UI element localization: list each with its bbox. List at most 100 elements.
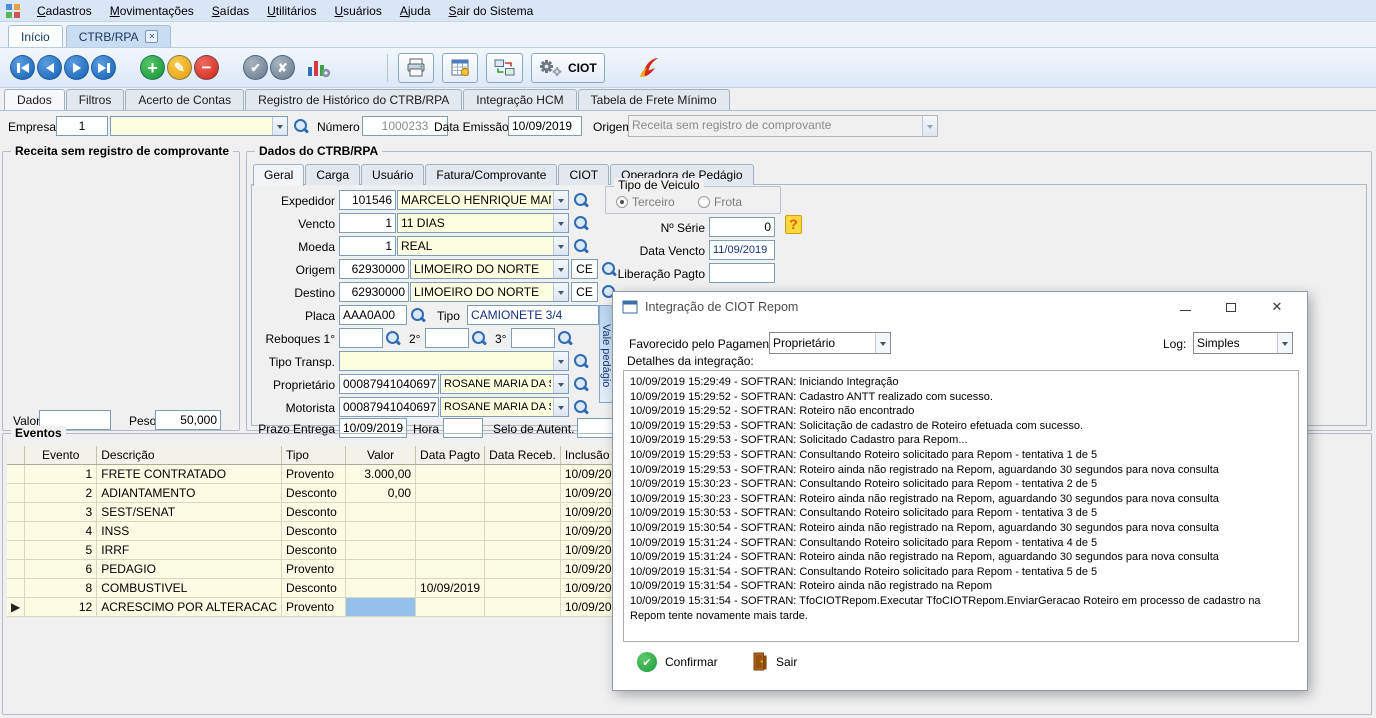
dialog-log[interactable]: 10/09/2019 15:29:49 - SOFTRAN: Iniciando… xyxy=(623,370,1299,642)
cell-tipo[interactable]: Provento xyxy=(282,464,346,483)
edit-button[interactable] xyxy=(167,55,192,80)
radio-frota[interactable] xyxy=(698,196,710,208)
menu-item-usuarios[interactable]: Usuários xyxy=(325,2,390,20)
print-button[interactable] xyxy=(398,53,434,83)
data-emissao-input[interactable]: 10/09/2019 xyxy=(508,116,582,136)
cell-tipo[interactable]: Desconto xyxy=(282,502,346,521)
eventos-row[interactable]: 5IRRFDesconto10/09/2019 xyxy=(7,540,630,559)
dialog-title-bar[interactable]: Integração de CIOT Repom xyxy=(613,292,1307,322)
destino-select[interactable]: LIMOEIRO DO NORTE xyxy=(410,282,569,302)
eventos-row[interactable]: 1FRETE CONTRATADOProvento3.000,0010/09/2… xyxy=(7,464,630,483)
cell-descricao[interactable]: COMBUSTIVEL xyxy=(97,578,282,597)
chevron-down-icon[interactable] xyxy=(553,237,568,255)
cell-data-pagto[interactable]: 10/09/2019 xyxy=(416,578,485,597)
chevron-down-icon[interactable] xyxy=(272,117,287,135)
cell-data-receb[interactable] xyxy=(485,559,561,578)
cell-data-receb[interactable] xyxy=(485,464,561,483)
cell-data-pagto[interactable] xyxy=(416,521,485,540)
ctrb-tab-carga[interactable]: Carga xyxy=(305,164,360,185)
reboque3-input[interactable] xyxy=(511,328,555,348)
vencto-code-input[interactable]: 1 xyxy=(339,213,396,233)
chevron-down-icon[interactable] xyxy=(553,283,568,301)
eventos-row[interactable]: 3SEST/SENATDesconto10/09/2019 xyxy=(7,502,630,521)
sair-button[interactable]: Sair xyxy=(753,652,797,671)
cancel-record-button[interactable] xyxy=(270,55,295,80)
origem-select[interactable]: LIMOEIRO DO NORTE xyxy=(410,259,569,279)
cell-data-receb[interactable] xyxy=(485,502,561,521)
eventos-row[interactable]: 6PEDAGIOProvento10/09/2019 xyxy=(7,559,630,578)
tab-ctrb-rpa[interactable]: CTRB/RPA✕ xyxy=(66,25,172,47)
cell-data-receb[interactable] xyxy=(485,483,561,502)
origem-code-input[interactable]: 62930000 xyxy=(339,259,409,279)
menu-item-saidas[interactable]: Saídas xyxy=(203,2,258,20)
moeda-select[interactable]: REAL xyxy=(397,236,569,256)
confirm-record-button[interactable] xyxy=(243,55,268,80)
grid-col-data-receb[interactable]: Data Receb. xyxy=(485,446,561,464)
cell-tipo[interactable]: Desconto xyxy=(282,578,346,597)
proprietario-select[interactable]: ROSANE MARIA DA SILVA S xyxy=(440,374,569,394)
cell-data-pagto[interactable] xyxy=(416,464,485,483)
chevron-down-icon[interactable] xyxy=(553,375,568,393)
close-button[interactable] xyxy=(1261,295,1293,319)
vale-pedagio-tab[interactable]: Vale pedágio xyxy=(599,305,613,403)
tipo-veic-input[interactable]: CAMIONETE 3/4 xyxy=(467,305,599,325)
chevron-down-icon[interactable] xyxy=(553,352,568,370)
menu-item-ajuda[interactable]: Ajuda xyxy=(391,2,440,20)
radio-terceiro[interactable] xyxy=(616,196,628,208)
cell-evento[interactable]: 3 xyxy=(25,502,97,521)
transfer-button[interactable] xyxy=(486,53,523,83)
cell-descricao[interactable]: ADIANTAMENTO xyxy=(97,483,282,502)
eventos-row[interactable]: ▶12ACRESCIMO POR ALTERACACProvento10/09/… xyxy=(7,597,630,616)
favorecido-select[interactable]: Proprietário xyxy=(769,332,891,354)
cell-data-pagto[interactable] xyxy=(416,597,485,616)
confirmar-button[interactable]: Confirmar xyxy=(637,652,718,672)
chart-button[interactable] xyxy=(303,53,335,83)
cell-evento[interactable]: 12 xyxy=(25,597,97,616)
expedidor-select[interactable]: MARCELO HENRIQUE MANDELLI xyxy=(397,190,569,210)
empresa-code-input[interactable]: 1 xyxy=(56,116,108,136)
add-button[interactable] xyxy=(140,55,165,80)
empresa-search-icon[interactable] xyxy=(293,118,309,135)
moeda-code-input[interactable]: 1 xyxy=(339,236,396,256)
cell-tipo[interactable]: Provento xyxy=(282,597,346,616)
page-tab-tabela-de-frete-minimo[interactable]: Tabela de Frete Mínimo xyxy=(578,89,730,110)
ctrb-tab-ciot[interactable]: CIOT xyxy=(558,164,609,185)
reboque1-search-icon[interactable] xyxy=(385,330,401,347)
eventos-row[interactable]: 4INSSDesconto10/09/2019 xyxy=(7,521,630,540)
placa-input[interactable]: AAA0A00 xyxy=(339,305,407,325)
proprietario-search-icon[interactable] xyxy=(573,376,589,393)
vencto-search-icon[interactable] xyxy=(573,215,589,232)
motorista-select[interactable]: ROSANE MARIA DA SILVA S xyxy=(440,397,569,417)
chevron-down-icon[interactable] xyxy=(1277,333,1292,353)
cell-valor[interactable] xyxy=(346,502,416,521)
maximize-button[interactable] xyxy=(1215,295,1247,319)
reboque1-input[interactable] xyxy=(339,328,383,348)
delete-button[interactable] xyxy=(194,55,219,80)
nav-next-button[interactable] xyxy=(64,55,89,80)
cell-data-pagto[interactable] xyxy=(416,502,485,521)
page-tab-dados[interactable]: Dados xyxy=(4,89,65,111)
placa-search-icon[interactable] xyxy=(410,307,426,324)
cell-descricao[interactable]: INSS xyxy=(97,521,282,540)
proprietario-code-input[interactable]: 00087941040697 xyxy=(339,374,439,394)
grid-col-evento[interactable]: Evento xyxy=(25,446,97,464)
tab-close-icon[interactable]: ✕ xyxy=(145,30,158,43)
cell-tipo[interactable]: Desconto xyxy=(282,540,346,559)
moeda-search-icon[interactable] xyxy=(573,238,589,255)
chevron-down-icon[interactable] xyxy=(553,260,568,278)
destino-uf-input[interactable]: CE xyxy=(571,282,598,302)
cell-data-pagto[interactable] xyxy=(416,483,485,502)
page-tab-acerto-de-contas[interactable]: Acerto de Contas xyxy=(125,89,244,110)
eventos-row[interactable]: 8COMBUSTIVELDesconto10/09/201910/09/2019 xyxy=(7,578,630,597)
ctrb-tab-fatura-comprovante[interactable]: Fatura/Comprovante xyxy=(425,164,557,185)
cell-valor[interactable]: 3.000,00 xyxy=(346,464,416,483)
tipo-transp-search-icon[interactable] xyxy=(573,353,589,370)
eventos-row[interactable]: 2ADIANTAMENTODesconto0,0010/09/2019 xyxy=(7,483,630,502)
reboque2-input[interactable] xyxy=(425,328,469,348)
cell-descricao[interactable]: FRETE CONTRATADO xyxy=(97,464,282,483)
cell-evento[interactable]: 4 xyxy=(25,521,97,540)
cell-descricao[interactable]: PEDAGIO xyxy=(97,559,282,578)
reboque2-search-icon[interactable] xyxy=(471,330,487,347)
page-tab-integracao-hcm[interactable]: Integração HCM xyxy=(463,89,576,110)
page-tab-filtros[interactable]: Filtros xyxy=(66,89,125,110)
